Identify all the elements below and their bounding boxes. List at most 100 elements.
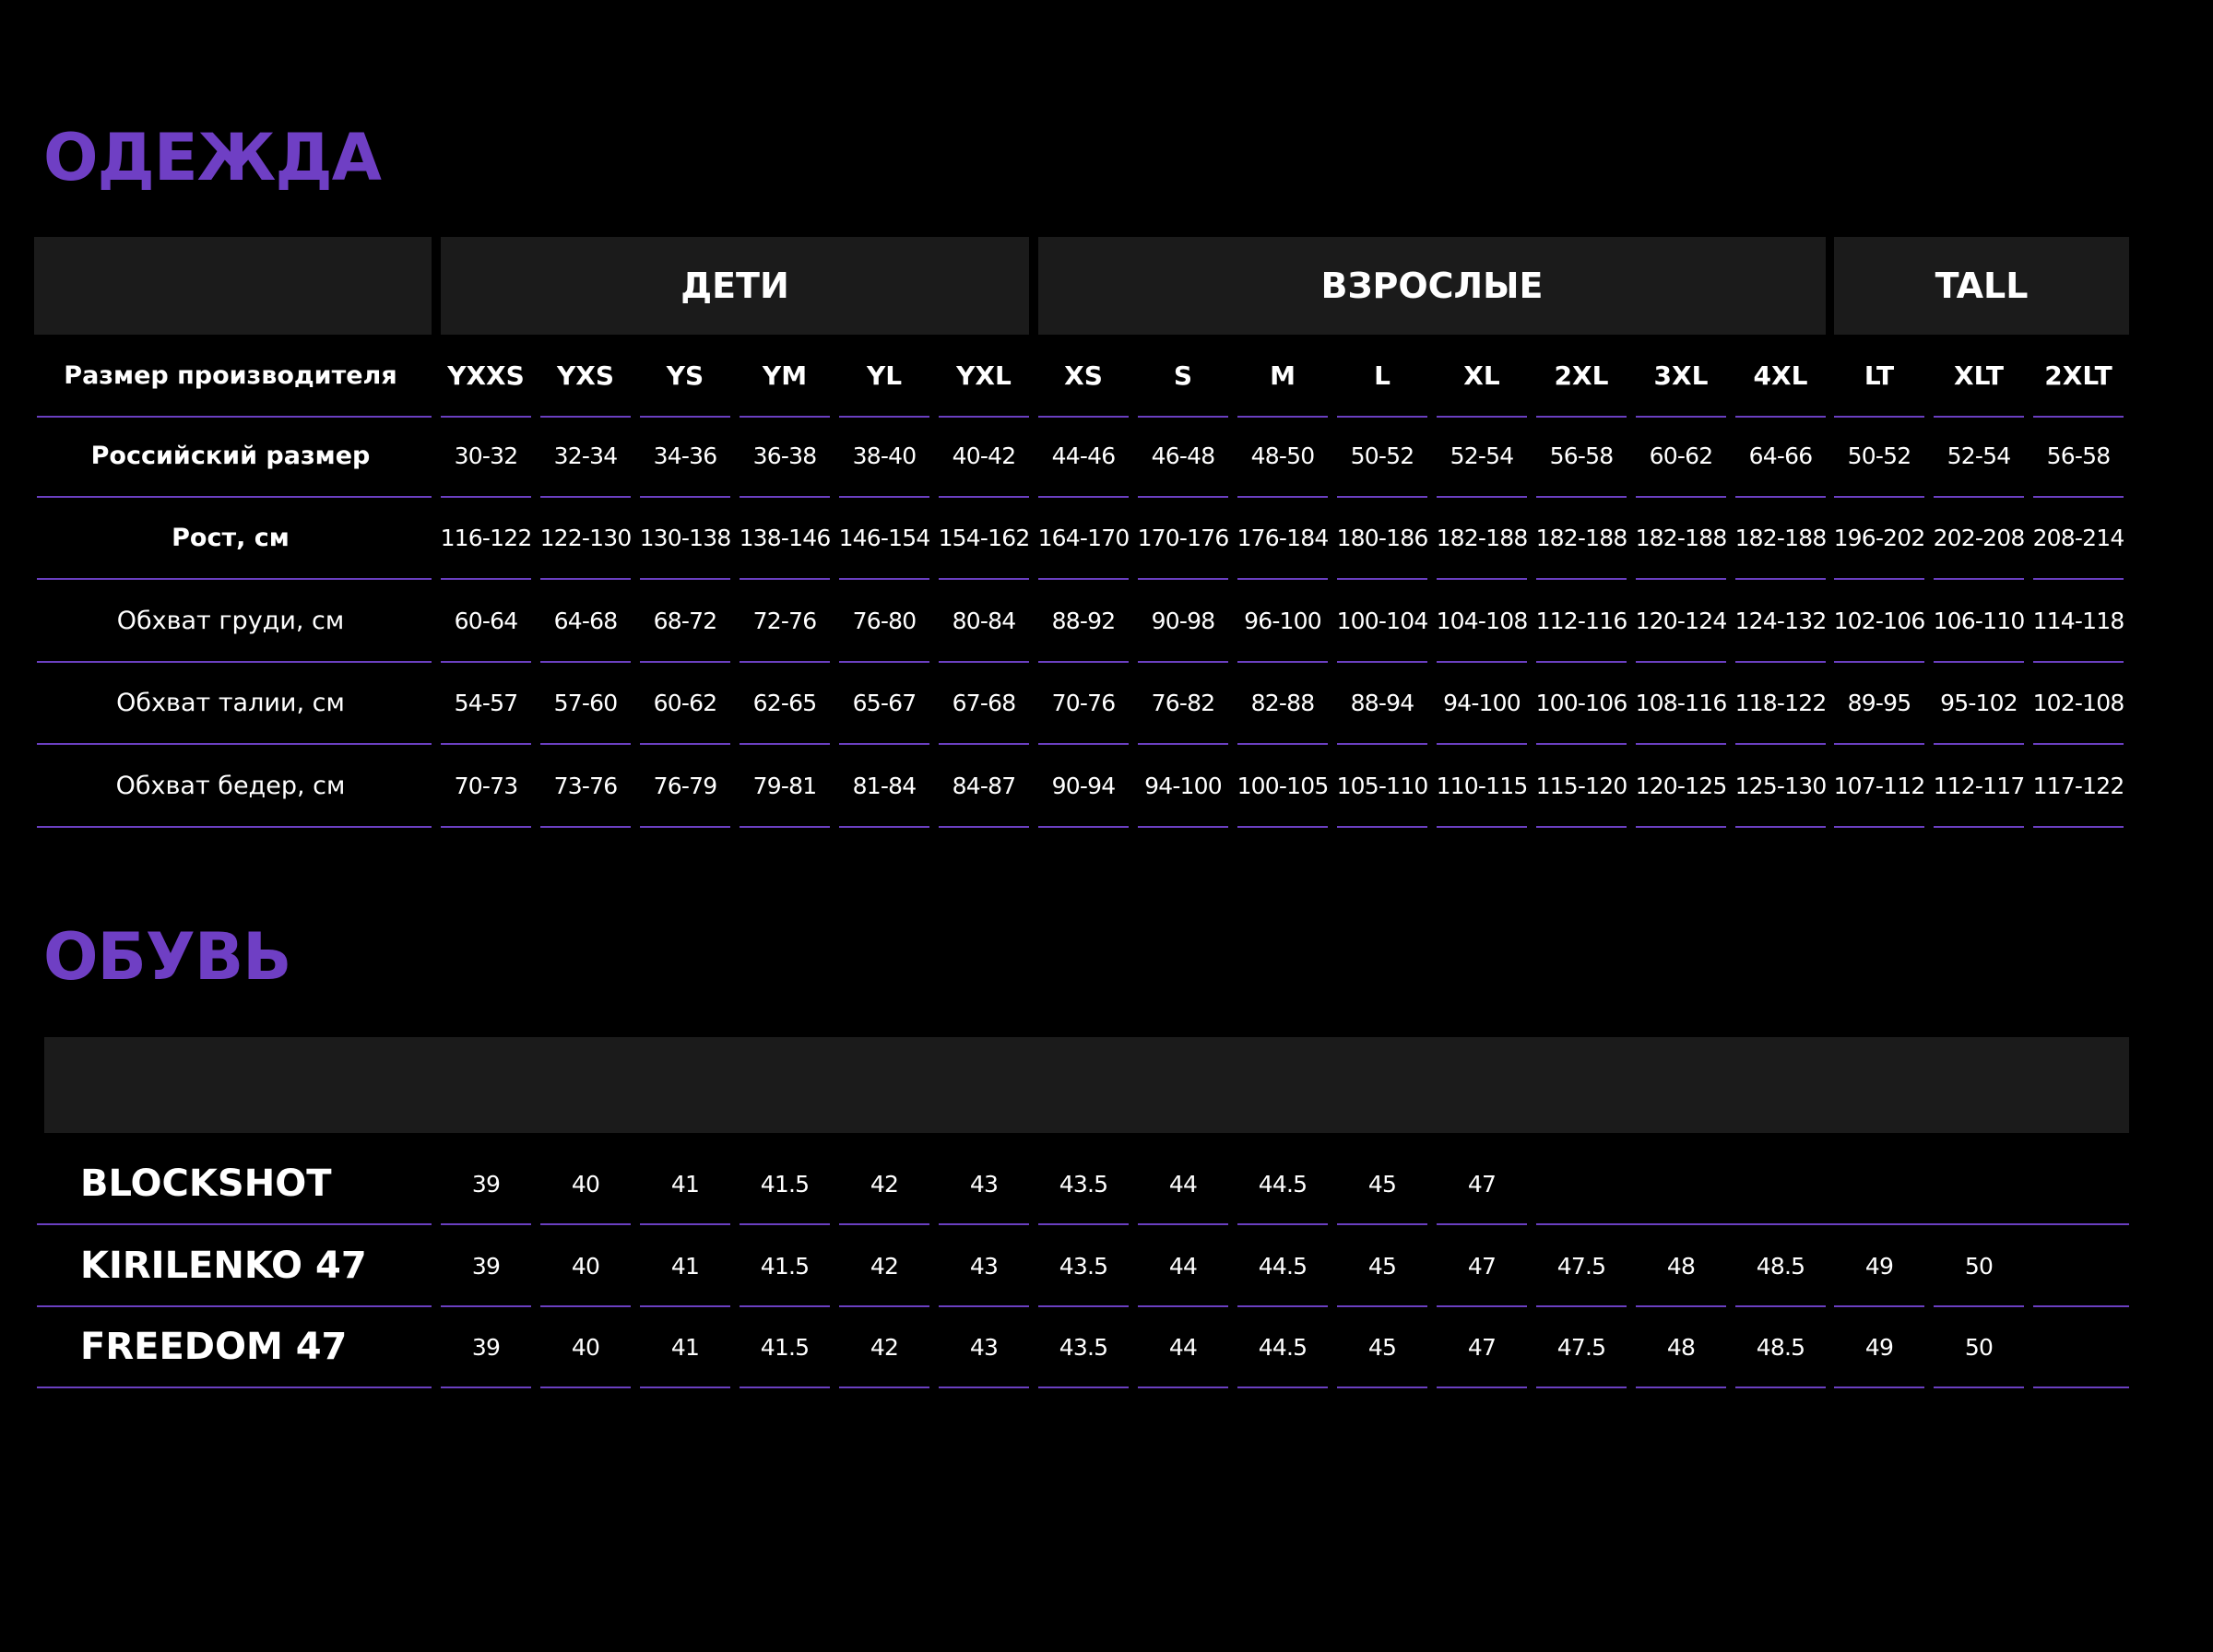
cell-divider bbox=[939, 826, 1029, 828]
table-cell: 182-188 bbox=[1535, 524, 1628, 551]
cell-divider bbox=[640, 826, 730, 828]
shoe-size-cell: 47.5 bbox=[1556, 1252, 1606, 1280]
table-cell: 4XL bbox=[1753, 360, 1808, 391]
table-cell: 180-186 bbox=[1336, 524, 1429, 551]
clothing-section-title: ОДЕЖДА bbox=[43, 120, 382, 195]
cell-divider bbox=[1337, 1386, 1427, 1388]
table-cell: 102-108 bbox=[2032, 689, 2125, 716]
table-cell: 81-84 bbox=[852, 772, 917, 799]
shoe-size-cell: 48.5 bbox=[1756, 1252, 1805, 1280]
table-cell: 57-60 bbox=[553, 689, 618, 716]
group-label-tall: TALL bbox=[1935, 266, 2029, 306]
shoe-size-cell: 49 bbox=[1864, 1333, 1894, 1361]
table-cell: S bbox=[1173, 360, 1193, 391]
cell-divider bbox=[2033, 826, 2124, 828]
cell-divider bbox=[441, 1223, 531, 1225]
table-cell: 114-118 bbox=[2032, 607, 2125, 634]
shoe-model-label: BLOCKSHOT bbox=[80, 1162, 332, 1205]
shoe-size-cell: 39 bbox=[471, 1252, 501, 1280]
shoe-size-cell: 50 bbox=[1964, 1333, 1994, 1361]
shoe-size-cell: 41.5 bbox=[760, 1170, 810, 1198]
cell-divider bbox=[1934, 1386, 2024, 1388]
table-cell: 60-64 bbox=[454, 607, 518, 634]
cell-divider bbox=[640, 1386, 730, 1388]
shoe-size-cell: 41 bbox=[670, 1252, 700, 1280]
cell-divider bbox=[1636, 826, 1726, 828]
shoe-size-cell: 49 bbox=[1864, 1252, 1894, 1280]
table-cell: M bbox=[1270, 360, 1296, 391]
table-cell: 56-58 bbox=[2046, 442, 2111, 469]
cell-divider bbox=[1536, 826, 1627, 828]
shoe-size-cell: 40 bbox=[571, 1252, 600, 1280]
table-cell: 70-73 bbox=[454, 772, 518, 799]
table-cell: 76-82 bbox=[1151, 689, 1215, 716]
row-label: Обхват груди, см bbox=[116, 606, 345, 635]
table-cell: 105-110 bbox=[1336, 772, 1429, 799]
cell-divider bbox=[939, 1386, 1029, 1388]
row-divider bbox=[1536, 1223, 2129, 1225]
table-cell: 52-54 bbox=[1947, 442, 2011, 469]
cell-divider bbox=[839, 1223, 929, 1225]
cell-divider bbox=[839, 1386, 929, 1388]
row-label: Размер производителя bbox=[64, 360, 397, 390]
table-cell: 196-202 bbox=[1833, 524, 1926, 551]
table-cell: 125-130 bbox=[1734, 772, 1828, 799]
shoe-size-cell: 44.5 bbox=[1258, 1170, 1308, 1198]
table-cell: 164-170 bbox=[1037, 524, 1130, 551]
table-cell: 84-87 bbox=[952, 772, 1016, 799]
table-cell: 90-98 bbox=[1151, 607, 1215, 634]
table-cell: 60-62 bbox=[653, 689, 717, 716]
row-label: Обхват бедер, см bbox=[115, 771, 346, 800]
shoe-size-cell: 41 bbox=[670, 1333, 700, 1361]
table-cell: 122-130 bbox=[539, 524, 633, 551]
shoe-size-cell: 47 bbox=[1467, 1252, 1497, 1280]
cell-divider bbox=[1636, 1386, 1726, 1388]
cell-divider bbox=[1237, 826, 1328, 828]
cell-divider bbox=[1038, 826, 1129, 828]
shoe-size-cell: 40 bbox=[571, 1170, 600, 1198]
row-label: Обхват талии, см bbox=[116, 688, 345, 717]
shoe-size-cell: 44.5 bbox=[1258, 1252, 1308, 1280]
shoe-size-cell: 45 bbox=[1367, 1333, 1397, 1361]
cell-divider bbox=[640, 1223, 730, 1225]
table-cell: 120-124 bbox=[1635, 607, 1728, 634]
table-cell: 110-115 bbox=[1436, 772, 1529, 799]
shoe-size-cell: 42 bbox=[870, 1170, 899, 1198]
table-cell: 208-214 bbox=[2032, 524, 2125, 551]
table-cell: 120-125 bbox=[1635, 772, 1728, 799]
table-cell: 100-104 bbox=[1336, 607, 1429, 634]
row-label: Российский размер bbox=[90, 441, 371, 470]
table-cell: 54-57 bbox=[454, 689, 518, 716]
shoe-size-cell: 45 bbox=[1367, 1252, 1397, 1280]
row-divider bbox=[37, 826, 432, 828]
cell-divider bbox=[1237, 1386, 1328, 1388]
group-label-kids: ДЕТИ bbox=[680, 266, 789, 306]
cell-divider bbox=[1934, 826, 2024, 828]
table-cell: 138-146 bbox=[739, 524, 832, 551]
table-cell: 34-36 bbox=[653, 442, 717, 469]
shoe-size-cell: 44 bbox=[1168, 1252, 1198, 1280]
table-cell: 50-52 bbox=[1350, 442, 1414, 469]
shoe-size-cell: 39 bbox=[471, 1170, 501, 1198]
cell-divider bbox=[1237, 1223, 1328, 1225]
table-cell: 80-84 bbox=[952, 607, 1016, 634]
shoe-size-cell: 47 bbox=[1467, 1333, 1497, 1361]
shoe-size-cell: 42 bbox=[870, 1333, 899, 1361]
shoe-size-cell: 43 bbox=[969, 1170, 999, 1198]
table-cell: YXS bbox=[556, 360, 615, 391]
shoe-size-cell: 43.5 bbox=[1059, 1170, 1108, 1198]
table-cell: 88-92 bbox=[1051, 607, 1116, 634]
table-cell: 30-32 bbox=[454, 442, 518, 469]
shoe-size-cell: 43 bbox=[969, 1333, 999, 1361]
table-cell: 38-40 bbox=[852, 442, 917, 469]
cell-divider bbox=[1038, 1223, 1129, 1225]
cell-divider bbox=[1834, 1386, 1924, 1388]
table-cell: 67-68 bbox=[952, 689, 1016, 716]
table-cell: 60-62 bbox=[1649, 442, 1713, 469]
table-cell: 79-81 bbox=[752, 772, 817, 799]
table-cell: 115-120 bbox=[1535, 772, 1628, 799]
table-cell: 94-100 bbox=[1144, 772, 1223, 799]
table-cell: 62-65 bbox=[752, 689, 817, 716]
cell-divider bbox=[2033, 1305, 2129, 1307]
group-label-adults: ВЗРОСЛЫЕ bbox=[1320, 266, 1544, 306]
